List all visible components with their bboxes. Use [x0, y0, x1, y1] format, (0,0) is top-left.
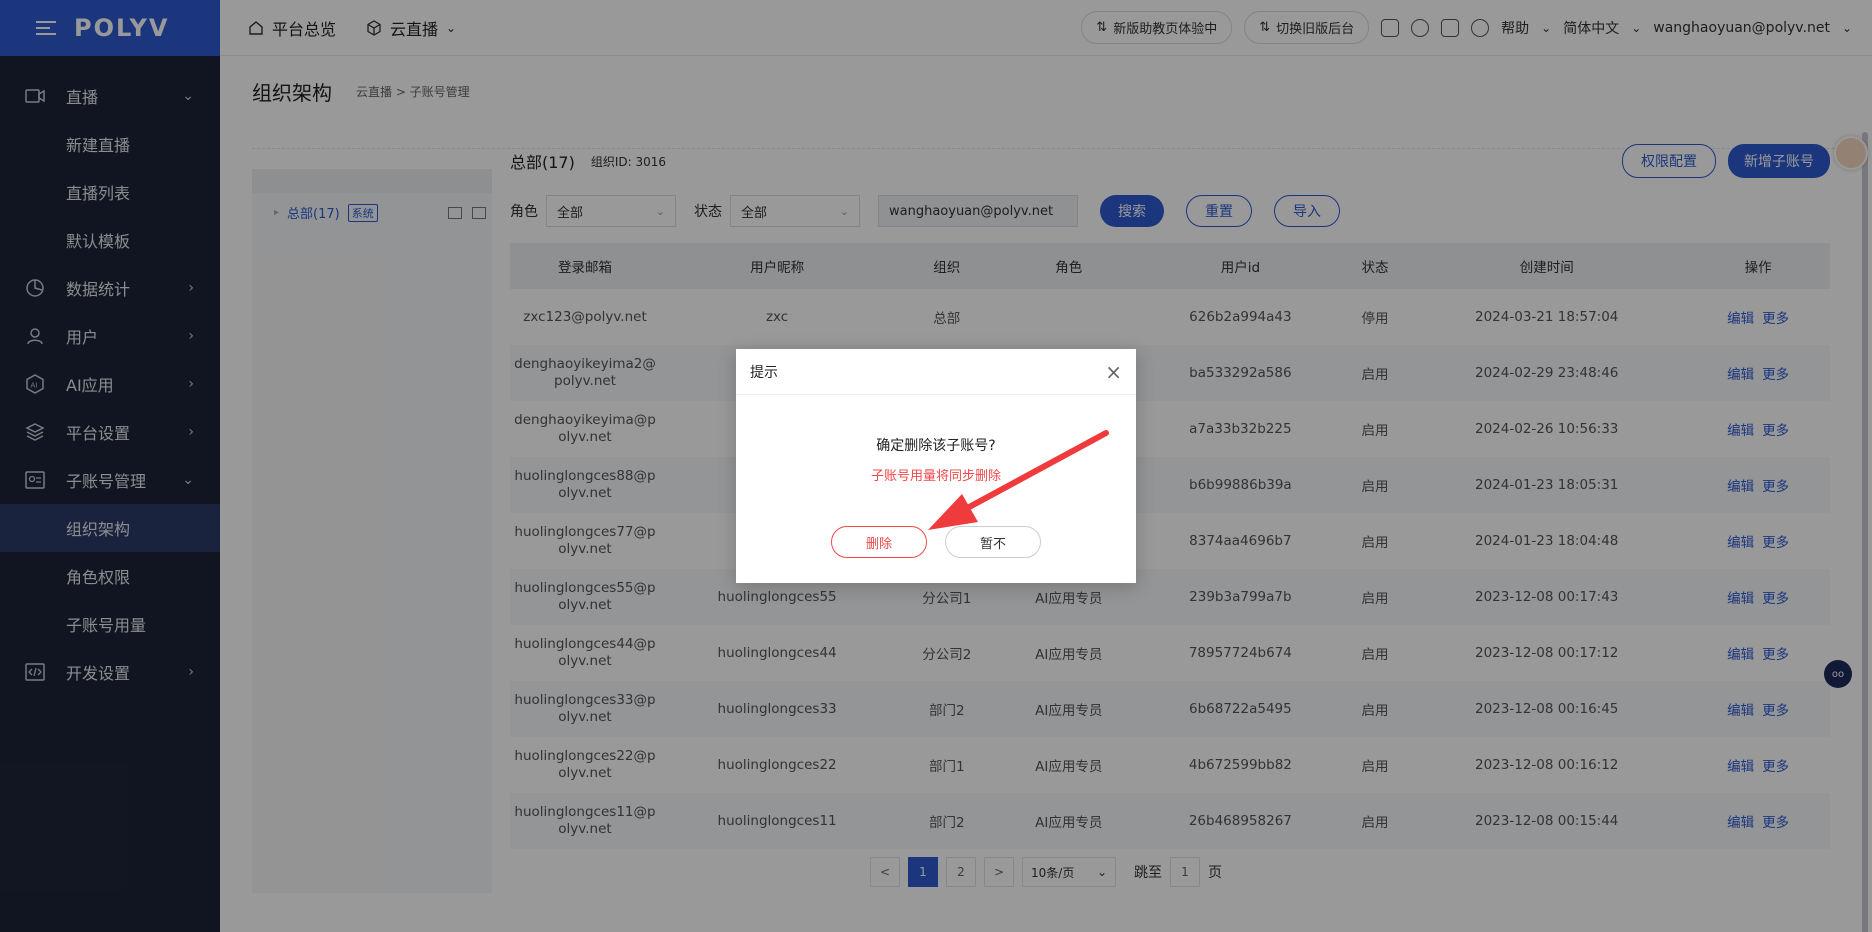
dialog-warning: 子账号用量将同步删除: [870, 469, 1001, 484]
cancel-button[interactable]: 暂不: [945, 526, 1041, 558]
dialog-title: 提示: [750, 364, 778, 381]
dialog-question: 确定删除该子账号?: [876, 438, 996, 454]
delete-button[interactable]: 删除: [831, 526, 927, 558]
close-icon[interactable]: ×: [1105, 360, 1122, 384]
confirm-dialog: 提示 × 确定删除该子账号? 子账号用量将同步删除 删除 暂不: [736, 349, 1136, 583]
